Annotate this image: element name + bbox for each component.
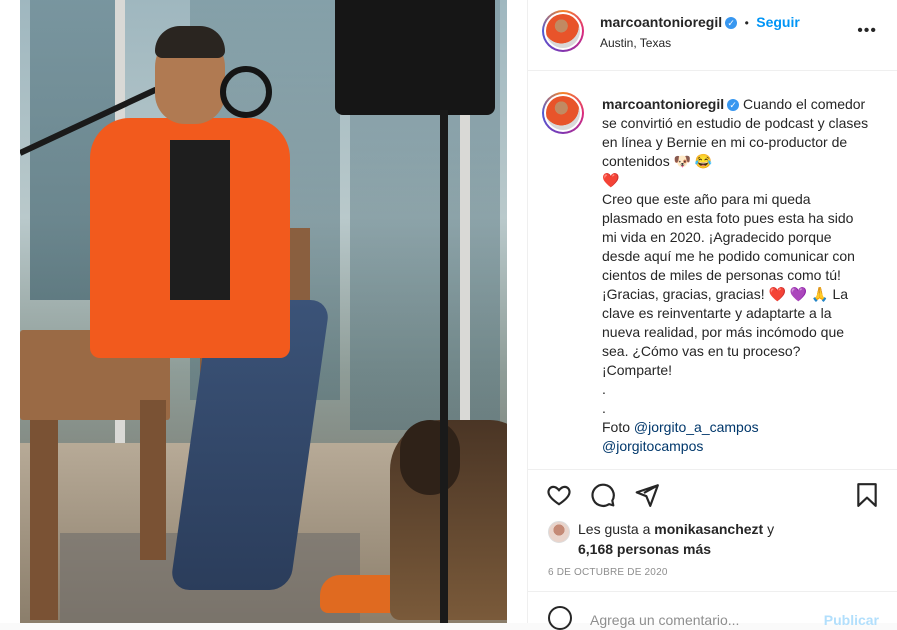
mention-link-2[interactable]: @jorgitocampos [602,438,703,454]
caption-emoji-3: ❤️ 💜 🙏 [768,286,829,302]
header-user-line: marcoantonioregil ✓ • Seguir [600,14,800,32]
headphones [220,66,272,118]
caption-area: marcoantonioregil ✓ Cuando el comedor se … [528,71,897,469]
likes-conj: y [767,521,775,537]
publish-button[interactable]: Publicar [824,612,879,628]
follow-button[interactable]: Seguir [756,14,800,30]
liker-username[interactable]: monikasanchezt [654,521,763,537]
post-photo[interactable] [0,0,527,623]
separator-dot: • [744,16,749,30]
likes-text: Les gusta a monikasanchezt y 6,168 perso… [578,519,878,559]
heart-icon[interactable] [546,482,572,508]
emoji-icon[interactable] [548,606,572,630]
caption-dot: . [602,381,606,397]
comment-input[interactable]: Agrega un comentario... [590,612,739,628]
dog-head [400,420,460,495]
photo-credit-label: Foto [602,419,631,435]
desk-leg [140,400,166,560]
likes-count[interactable]: 6,168 personas más [578,541,711,557]
caption-emoji-1: 🐶 😂 [673,153,713,169]
post-details-panel: marcoantonioregil ✓ • Seguir Austin, Texa… [527,0,897,630]
caption-username[interactable]: marcoantonioregil [602,96,724,112]
caption-text: marcoantonioregil ✓ Cuando el comedor se … [602,95,872,456]
caption-dot: . [602,400,606,416]
action-bar [528,469,897,518]
post-header: marcoantonioregil ✓ • Seguir Austin, Texa… [528,0,897,71]
bookmark-icon[interactable] [854,482,880,508]
post-location[interactable]: Austin, Texas [600,36,671,50]
share-icon[interactable] [634,482,660,508]
author-username[interactable]: marcoantonioregil [600,14,722,30]
person-shirt [170,140,230,300]
person-hair [155,26,225,58]
comment-icon[interactable] [590,482,616,508]
comment-bar: Agrega un comentario... Publicar [528,591,897,630]
studio-light [335,0,495,115]
caption-author-avatar[interactable] [542,92,584,134]
verified-badge-icon: ✓ [727,99,740,112]
verified-badge-icon: ✓ [725,16,738,29]
author-avatar[interactable] [542,10,584,52]
mention-link-1[interactable]: @jorgito_a_campos [634,419,759,435]
liker-avatar[interactable] [548,521,570,543]
light-stand [440,110,448,623]
post-date[interactable]: 6 de octubre de 2020 [548,567,668,578]
desk-leg [30,420,58,620]
likes-prefix: Les gusta a [578,521,651,537]
more-options-icon[interactable]: ••• [857,22,877,40]
photo-scene [20,0,507,623]
caption-emoji-2: ❤️ [602,172,620,188]
